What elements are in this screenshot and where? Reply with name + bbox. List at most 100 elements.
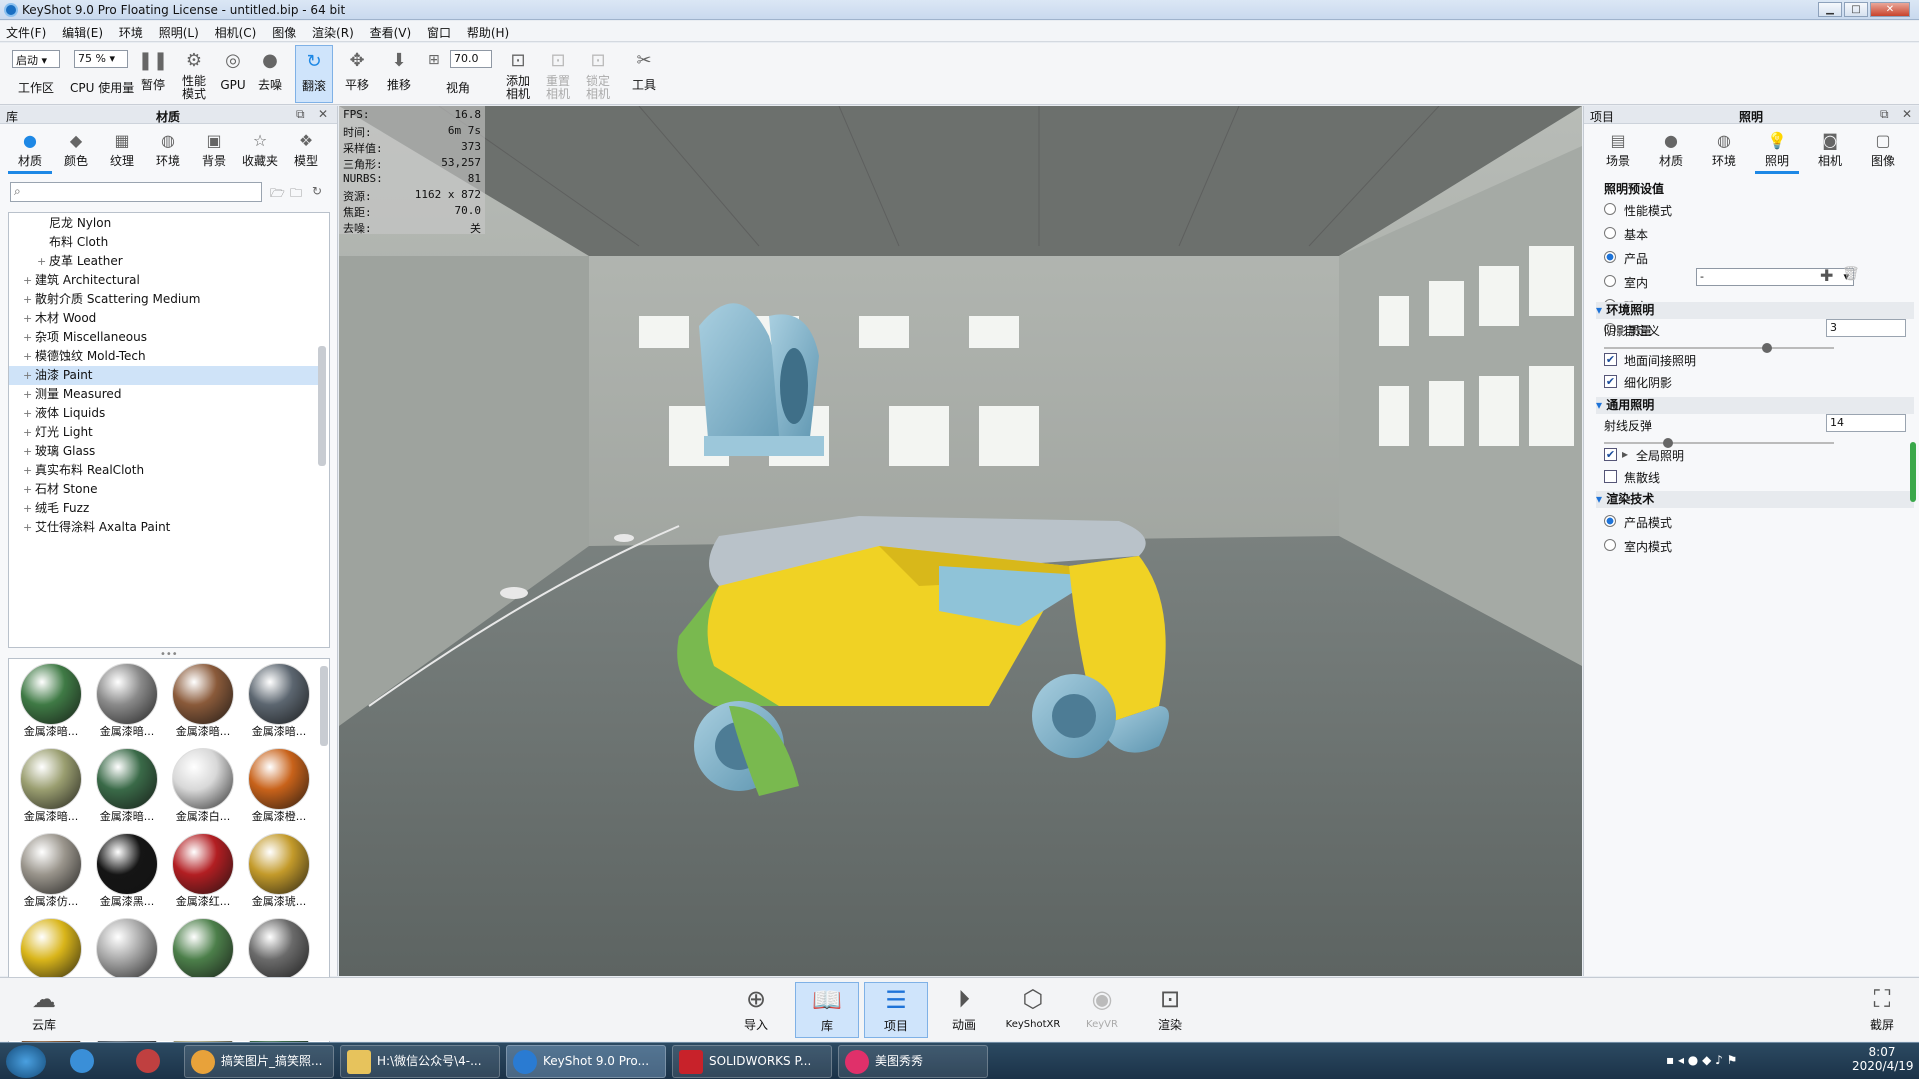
tab-backplates[interactable]: ▣ 背景	[192, 128, 236, 174]
material-swatch[interactable]: 金属漆暗...	[13, 661, 89, 745]
ray-bounces-input[interactable]: 14	[1826, 414, 1906, 432]
close-panel-icon[interactable]: ✕	[318, 107, 328, 121]
expand-plus-icon[interactable]: +	[23, 328, 35, 347]
tree-item[interactable]: + 油漆 Paint	[9, 366, 319, 385]
tree-item[interactable]: + 杂项 Miscellaneous	[9, 328, 319, 347]
expand-plus-icon[interactable]: +	[23, 423, 35, 442]
tumble-button[interactable]: ↻ 翻滚	[295, 45, 333, 103]
clock[interactable]: 8:07 2020/4/19	[1852, 1045, 1914, 1073]
expand-plus-icon[interactable]: +	[23, 499, 35, 518]
tab-image[interactable]: ▢ 图像	[1861, 128, 1905, 174]
pan-button[interactable]: ✥ 平移	[340, 45, 374, 103]
tray-icons[interactable]: ▪ ◂ ● ◆ ♪ ⚑	[1666, 1053, 1737, 1067]
tab-lighting[interactable]: 💡 照明	[1755, 128, 1799, 174]
tab-materials[interactable]: ● 材质	[8, 128, 52, 174]
material-swatch[interactable]: 金属漆黑...	[89, 831, 165, 915]
tree-item[interactable]: 布料 Cloth	[9, 233, 319, 252]
material-swatch[interactable]: 金属漆暗...	[89, 661, 165, 745]
render-button[interactable]: ⊡ 渲染	[1140, 982, 1200, 1038]
expand-plus-icon[interactable]: +	[23, 309, 35, 328]
tree-item[interactable]: + 玻璃 Glass	[9, 442, 319, 461]
project-button[interactable]: ☰ 项目	[864, 982, 928, 1038]
menu-view[interactable]: 查看(V)	[364, 21, 418, 41]
shadow-quality-input[interactable]: 3	[1826, 319, 1906, 337]
material-swatch[interactable]: 金属漆暗...	[13, 746, 89, 830]
tools-button[interactable]: ✂ 工具	[626, 45, 662, 103]
menu-environment[interactable]: 环境	[113, 21, 149, 41]
taskbar-item-solidworks[interactable]: SOLIDWORKS P...	[672, 1045, 832, 1078]
keyshotxr-button[interactable]: ⬡ KeyShotXR	[1000, 982, 1066, 1038]
folder-add-icon[interactable]: 🗀	[290, 184, 302, 205]
tree-item[interactable]: + 建筑 Architectural	[9, 271, 319, 290]
tree-item[interactable]: + 艾仕得涂料 Axalta Paint	[9, 518, 319, 537]
tree-item[interactable]: + 木材 Wood	[9, 309, 319, 328]
material-swatch[interactable]: 金属漆橙...	[241, 746, 317, 830]
performance-mode-button[interactable]: ⚙ 性能 模式	[176, 45, 212, 103]
environment-lighting-section[interactable]: ▾ 环境照明	[1596, 302, 1914, 319]
close-button[interactable]: ✕	[1870, 2, 1910, 17]
panel-scrollbar[interactable]	[1910, 442, 1916, 502]
preset-radio[interactable]	[1604, 227, 1616, 239]
expand-plus-icon[interactable]: +	[23, 290, 35, 309]
dolly-button[interactable]: ⬇ 推移	[382, 45, 416, 103]
menu-edit[interactable]: 编辑(E)	[56, 21, 109, 41]
fov-input[interactable]: 70.0	[450, 50, 492, 68]
tree-item[interactable]: + 散射介质 Scattering Medium	[9, 290, 319, 309]
tree-item[interactable]: + 测量 Measured	[9, 385, 319, 404]
preset-radio[interactable]	[1604, 275, 1616, 287]
caustics-checkbox[interactable]	[1604, 470, 1617, 483]
maximize-button[interactable]: □	[1844, 2, 1868, 17]
library-search-input[interactable]: ⌕	[10, 182, 262, 202]
preset-radio[interactable]	[1604, 251, 1616, 263]
render-mode-radio[interactable]	[1604, 539, 1616, 551]
animation-button[interactable]: ⏵ 动画	[934, 982, 994, 1038]
cpu-usage-dropdown[interactable]: 75 % ▾	[74, 50, 128, 68]
material-swatch[interactable]: 金属漆暗...	[165, 661, 241, 745]
tab-models[interactable]: ❖ 模型	[284, 128, 328, 174]
tree-item[interactable]: + 绒毛 Fuzz	[9, 499, 319, 518]
expand-plus-icon[interactable]: +	[23, 480, 35, 499]
tree-item[interactable]: + 皮革 Leather	[9, 252, 319, 271]
ground-indirect-checkbox[interactable]: ✔	[1604, 353, 1617, 366]
ray-bounces-slider[interactable]	[1604, 438, 1834, 448]
material-swatch[interactable]: 金属漆白...	[165, 746, 241, 830]
tab-environment[interactable]: ◍ 环境	[1702, 128, 1746, 174]
preset-radio[interactable]	[1604, 203, 1616, 215]
tab-favorites[interactable]: ☆ 收藏夹	[238, 128, 282, 174]
expand-icon[interactable]: ▸	[1622, 447, 1628, 461]
menu-image[interactable]: 图像	[266, 21, 302, 41]
expand-plus-icon[interactable]: +	[23, 404, 35, 423]
material-swatch[interactable]: 金属漆暗...	[241, 661, 317, 745]
float-icon[interactable]: ⧉	[296, 107, 305, 122]
shadow-quality-knob[interactable]	[1762, 343, 1773, 353]
pause-button[interactable]: ❚❚ 暂停	[138, 45, 168, 103]
tree-scrollbar[interactable]	[318, 346, 326, 466]
expand-plus-icon[interactable]: +	[23, 385, 35, 404]
expand-plus-icon[interactable]: +	[23, 271, 35, 290]
minimize-button[interactable]: ▁	[1818, 2, 1842, 17]
shadow-quality-slider[interactable]	[1604, 343, 1834, 353]
lock-camera-button[interactable]: ⊡ 锁定 相机	[580, 45, 616, 103]
grid-scrollbar[interactable]	[320, 666, 328, 746]
render-viewport[interactable]	[339, 106, 1582, 976]
material-swatch[interactable]: 金属漆仿...	[13, 831, 89, 915]
cloud-library-button[interactable]: ☁ 云库	[14, 982, 74, 1038]
menu-camera[interactable]: 相机(C)	[209, 21, 263, 41]
general-lighting-section[interactable]: ▾ 通用照明	[1596, 397, 1914, 414]
expand-plus-icon[interactable]: +	[23, 518, 35, 537]
tree-item[interactable]: 尼龙 Nylon	[9, 214, 319, 233]
delete-preset-icon[interactable]: 🗑	[1842, 266, 1860, 282]
reset-camera-button[interactable]: ⊡ 重置 相机	[540, 45, 576, 103]
menu-window[interactable]: 窗口	[421, 21, 457, 41]
pinned-app-icon[interactable]	[136, 1049, 160, 1073]
tree-item[interactable]: + 液体 Liquids	[9, 404, 319, 423]
render-technique-section[interactable]: ▾ 渲染技术	[1596, 491, 1914, 508]
expand-plus-icon[interactable]: +	[23, 442, 35, 461]
tree-item[interactable]: + 模德蚀纹 Mold-Tech	[9, 347, 319, 366]
expand-plus-icon[interactable]: +	[23, 366, 35, 385]
menu-render[interactable]: 渲染(R)	[306, 21, 360, 41]
global-illumination-checkbox[interactable]: ✔	[1604, 448, 1617, 461]
add-camera-button[interactable]: ⊡ 添加 相机	[500, 45, 536, 103]
library-button[interactable]: 📖 库	[795, 982, 859, 1038]
denoise-button[interactable]: ● 去噪	[254, 45, 286, 103]
